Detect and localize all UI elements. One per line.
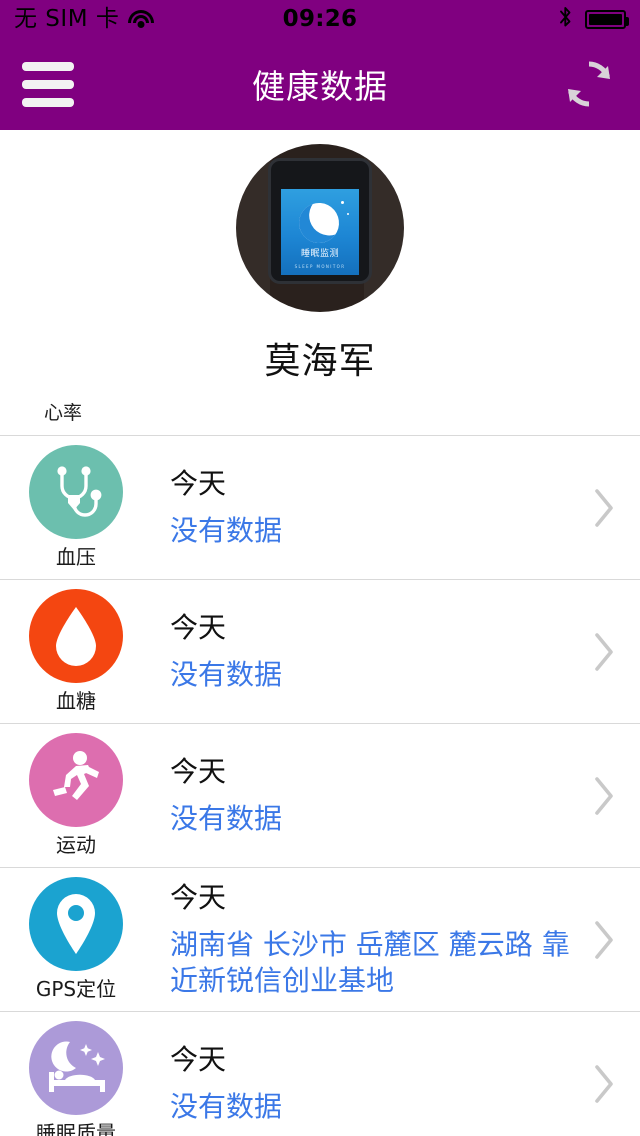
row-category-label: 血压 [56,545,96,569]
row-content: 今天 没有数据 [136,754,582,837]
chevron-right-icon[interactable] [582,1062,626,1106]
smartwatch-photo-avatar: 睡眠监测 SLEEP MONITOR [268,158,372,284]
refresh-sync-icon[interactable] [560,55,618,113]
stethoscope-icon [29,445,123,539]
row-day-label: 今天 [170,881,227,915]
list-item[interactable]: 血糖 今天 没有数据 [0,579,640,723]
health-data-list: 血压 今天 没有数据 血糖 今天 没有数据 运动 今天 没有数据 GPS定位 今… [0,435,640,1136]
row-value-text: 没有数据 [170,514,283,548]
row-category-label: 血糖 [56,689,96,713]
row-value-text: 没有数据 [170,1090,283,1124]
row-content: 今天 没有数据 [136,1042,582,1125]
row-content: 今天 没有数据 [136,466,582,549]
watch-screen: 睡眠监测 SLEEP MONITOR [281,189,359,275]
row-category-label: 运动 [56,833,96,857]
page-title: 健康数据 [252,67,388,106]
profile-name: 莫海军 [264,341,376,382]
list-item[interactable]: 血压 今天 没有数据 [0,435,640,579]
moon-bed-sleep-icon [29,1021,123,1115]
profile-section: 睡眠监测 SLEEP MONITOR 莫海军 [0,130,640,384]
row-value-text: 没有数据 [170,802,283,836]
chevron-right-icon[interactable] [582,630,626,674]
row-icon-group: 血糖 [16,589,136,714]
watch-subcaption: SLEEP MONITOR [294,264,346,269]
list-item[interactable]: 运动 今天 没有数据 [0,723,640,867]
chevron-right-icon[interactable] [582,486,626,530]
row-content: 今天 湖南省 长沙市 岳麓区 麓云路 靠近新锐信创业基地 [136,880,582,999]
list-item[interactable]: 睡眠质量 今天 没有数据 [0,1011,640,1136]
row-day-label: 今天 [170,755,227,789]
row-value-text: 没有数据 [170,658,283,692]
hamburger-menu-icon[interactable] [22,61,74,107]
chevron-right-icon[interactable] [582,774,626,818]
row-day-label: 今天 [170,1043,227,1077]
blood-drop-icon [29,589,123,683]
avatar[interactable]: 睡眠监测 SLEEP MONITOR [236,144,404,312]
watch-caption: 睡眠监测 [300,249,339,259]
row-day-label: 今天 [170,611,227,645]
section-label-heart-rate: 心率 [44,402,83,424]
list-item[interactable]: GPS定位 今天 湖南省 长沙市 岳麓区 麓云路 靠近新锐信创业基地 [0,867,640,1011]
row-icon-group: 运动 [16,733,136,858]
row-category-label: 睡眠质量 [36,1121,116,1136]
navigation-bar: 健康数据 [0,38,640,130]
row-icon-group: 血压 [16,445,136,570]
row-icon-group: GPS定位 [16,877,136,1002]
status-bar-right [558,6,629,32]
row-day-label: 今天 [170,467,227,501]
chevron-right-icon[interactable] [582,918,626,962]
row-content: 今天 没有数据 [136,610,582,693]
running-person-icon [29,733,123,827]
bluetooth-icon [558,6,573,32]
status-bar-clock: 09:26 [282,6,358,32]
location-pin-icon [29,877,123,971]
battery-icon [585,9,629,29]
row-icon-group: 睡眠质量 [16,1021,136,1136]
row-category-label: GPS定位 [35,977,117,1001]
crescent-moon-icon [293,197,345,249]
status-bar: 无 SIM 卡 09:26 [0,0,640,38]
row-value-text: 湖南省 长沙市 岳麓区 麓云路 靠近新锐信创业基地 [170,928,570,997]
